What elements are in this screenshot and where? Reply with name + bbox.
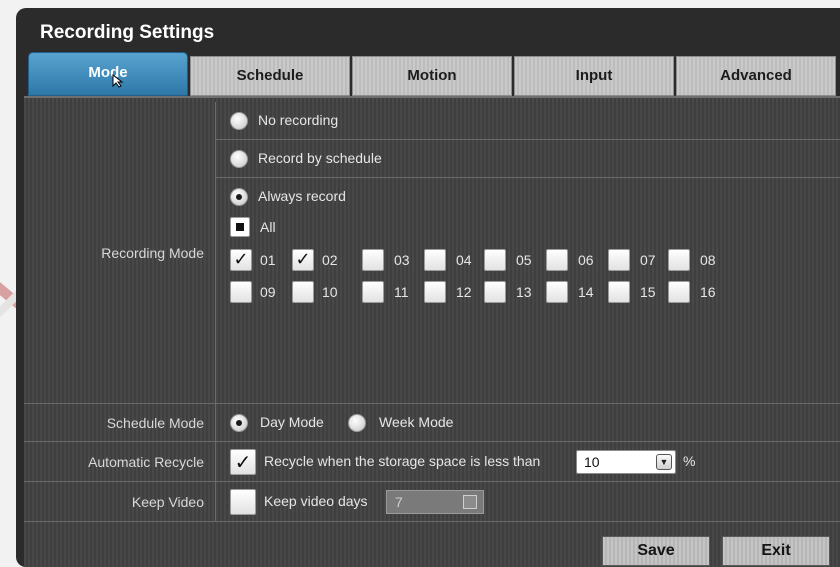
keep-video-label: Keep Video	[24, 482, 216, 521]
channel-04-checkbox[interactable]	[424, 249, 446, 271]
channel-16-label: 16	[700, 284, 716, 300]
channel-14-checkbox[interactable]	[546, 281, 568, 303]
channel-14-label: 14	[578, 284, 594, 300]
channel-04-label: 04	[456, 252, 472, 268]
automatic-recycle-controls: ✓ Recycle when the storage space is less…	[216, 442, 840, 481]
channel-13-checkbox[interactable]	[484, 281, 506, 303]
tab-schedule[interactable]: Schedule	[190, 56, 350, 96]
recording-mode-label: Recording Mode	[24, 102, 216, 403]
channel-15-checkbox[interactable]	[608, 281, 630, 303]
channel-11-checkbox[interactable]	[362, 281, 384, 303]
channel-15-label: 15	[640, 284, 656, 300]
automatic-recycle-label: Automatic Recycle	[24, 442, 216, 481]
channel-08-checkbox[interactable]	[668, 249, 690, 271]
channel-07-checkbox[interactable]	[608, 249, 630, 271]
channel-09-checkbox[interactable]	[230, 281, 252, 303]
keep-video-text: Keep video days	[264, 493, 368, 509]
no-recording-label: No recording	[258, 112, 339, 128]
option-record-by-schedule[interactable]: Record by schedule	[216, 140, 840, 178]
channel-12-checkbox[interactable]	[424, 281, 446, 303]
recycle-text: Recycle when the storage space is less t…	[264, 453, 541, 469]
keep-video-row: Keep Video Keep video days 7	[24, 482, 840, 522]
tab-advanced[interactable]: Advanced	[676, 56, 836, 96]
automatic-recycle-row: Automatic Recycle ✓ Recycle when the sto…	[24, 442, 840, 482]
channel-09-label: 09	[260, 284, 276, 300]
schedule-mode-label: Schedule Mode	[24, 404, 216, 441]
keep-video-days-field[interactable]: 7	[386, 490, 484, 514]
window-title: Recording Settings	[40, 22, 215, 43]
channel-01-checkbox[interactable]: ✓	[230, 249, 252, 271]
always-record-radio[interactable]	[230, 188, 248, 206]
channel-02-checkbox[interactable]: ✓	[292, 249, 314, 271]
channel-10-checkbox[interactable]	[292, 281, 314, 303]
week-mode-label: Week Mode	[379, 414, 454, 430]
mode-panel: Recording Mode No recording Record by sc…	[24, 96, 840, 567]
keep-video-checkbox[interactable]	[230, 489, 256, 515]
recycle-unit: %	[683, 453, 696, 469]
week-mode-radio[interactable]	[348, 414, 366, 432]
channel-08-label: 08	[700, 252, 716, 268]
keep-video-days-value: 7	[395, 494, 403, 510]
all-channels-label: All	[260, 219, 276, 235]
day-mode-label: Day Mode	[260, 414, 324, 430]
record-by-schedule-label: Record by schedule	[258, 150, 382, 166]
recording-settings-window: Recording Settings Mode Schedule Motion …	[16, 8, 840, 567]
all-channels-checkbox[interactable]	[230, 217, 250, 237]
channel-10-label: 10	[322, 284, 338, 300]
schedule-mode-options: Day Mode Week Mode	[216, 404, 840, 441]
no-recording-radio[interactable]	[230, 112, 248, 130]
channel-03-checkbox[interactable]	[362, 249, 384, 271]
calendar-icon[interactable]	[463, 495, 477, 509]
recording-mode-options: No recording Record by schedule Always r…	[216, 102, 840, 403]
channel-02-label: 02	[322, 252, 338, 268]
settings-table: Recording Mode No recording Record by sc…	[24, 102, 840, 522]
channel-07-label: 07	[640, 252, 656, 268]
channel-16-checkbox[interactable]	[668, 281, 690, 303]
save-button[interactable]: Save	[602, 536, 710, 566]
channel-01-label: 01	[260, 252, 276, 268]
recording-mode-row: Recording Mode No recording Record by sc…	[24, 102, 840, 404]
channel-12-label: 12	[456, 284, 472, 300]
channel-13-label: 13	[516, 284, 532, 300]
schedule-mode-row: Schedule Mode Day Mode Week Mode	[24, 404, 840, 442]
tab-mode[interactable]: Mode	[28, 52, 188, 96]
tab-motion[interactable]: Motion	[352, 56, 512, 96]
channel-11-label: 11	[394, 284, 409, 300]
channel-05-label: 05	[516, 252, 532, 268]
mouse-cursor-icon	[112, 74, 124, 88]
recycle-checkbox[interactable]: ✓	[230, 449, 256, 475]
record-by-schedule-radio[interactable]	[230, 150, 248, 168]
always-record-label: Always record	[258, 188, 346, 204]
recycle-threshold-select[interactable]: 10 ▼	[576, 450, 676, 474]
dropdown-arrow-icon[interactable]: ▼	[656, 454, 672, 470]
channel-05-checkbox[interactable]	[484, 249, 506, 271]
tab-bar: Mode Schedule Motion Input Advanced	[28, 52, 840, 96]
channel-06-label: 06	[578, 252, 594, 268]
recycle-threshold-value: 10	[584, 454, 600, 470]
day-mode-radio[interactable]	[230, 414, 248, 432]
channel-06-checkbox[interactable]	[546, 249, 568, 271]
channel-03-label: 03	[394, 252, 410, 268]
option-no-recording[interactable]: No recording	[216, 102, 840, 140]
exit-button[interactable]: Exit	[722, 536, 830, 566]
keep-video-controls: Keep video days 7	[216, 482, 840, 521]
tab-input[interactable]: Input	[514, 56, 674, 96]
